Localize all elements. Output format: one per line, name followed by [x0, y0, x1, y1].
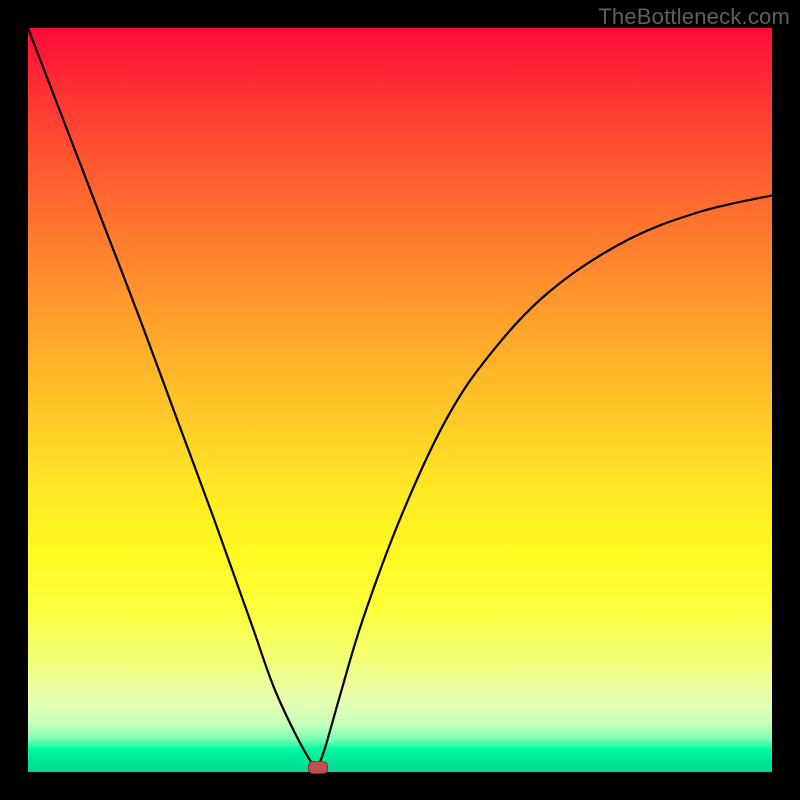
- plot-area: [28, 28, 772, 772]
- bottleneck-curve: [28, 28, 772, 772]
- optimal-point-marker: [308, 761, 328, 774]
- watermark-text: TheBottleneck.com: [598, 4, 790, 30]
- chart-frame: TheBottleneck.com: [0, 0, 800, 800]
